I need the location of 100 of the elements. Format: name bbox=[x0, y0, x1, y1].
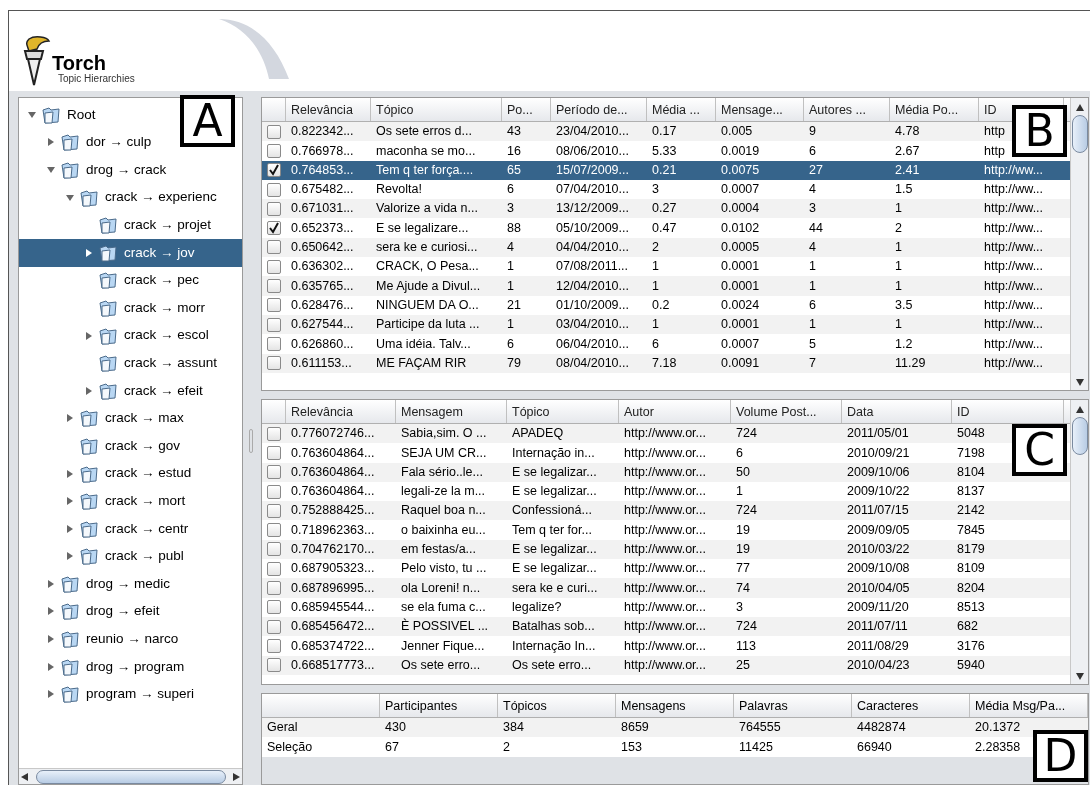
column-header[interactable]: Tópico bbox=[376, 103, 414, 117]
tree-item-label[interactable]: program → superi bbox=[86, 684, 195, 705]
scroll-down-icon[interactable] bbox=[1075, 379, 1084, 386]
row-checkbox[interactable] bbox=[267, 279, 281, 293]
tree-item-label[interactable]: drog → program bbox=[86, 656, 185, 677]
tree-item-label[interactable]: crack → pec bbox=[124, 270, 200, 291]
table-row[interactable]: 0.627544... Participe da luta ... 1 03/04/2010... 1 0.0001 1 1 http://ww... bbox=[262, 314, 1070, 335]
tree-item-label[interactable]: crack → assunt bbox=[124, 353, 218, 374]
row-checkbox[interactable] bbox=[267, 581, 281, 595]
row-checkbox[interactable] bbox=[267, 561, 281, 576]
tree-item-label[interactable]: drog → efeit bbox=[86, 601, 160, 622]
tree-item-label[interactable]: crack → gov bbox=[105, 435, 181, 457]
row-checkbox[interactable] bbox=[267, 259, 281, 274]
row-checkbox[interactable] bbox=[267, 638, 281, 653]
selected-tree-row[interactable]: crack → jov bbox=[19, 238, 243, 267]
column-header[interactable]: Data bbox=[847, 405, 874, 419]
column-header[interactable]: Caracteres bbox=[857, 699, 919, 713]
column-header[interactable]: Média Msg/Pa... bbox=[975, 699, 1066, 713]
collapse-arrow-icon[interactable] bbox=[66, 193, 74, 202]
row-checkbox[interactable] bbox=[267, 445, 281, 460]
table-row[interactable]: 0.671031... Valorize a vida n... 3 13/12/2009... 0.27 0.0004 3 1 http://ww... bbox=[262, 199, 1070, 219]
column-header[interactable]: Período de... bbox=[556, 103, 628, 117]
column-header[interactable]: Relevância bbox=[291, 103, 353, 117]
table-row[interactable]: 0.611153... ME FAÇAM RIR 79 08/04/2010... 7.18 0.0091 7 11.29 http://ww... bbox=[262, 353, 1070, 373]
column-header[interactable]: Po... bbox=[507, 103, 533, 117]
tree-item-label[interactable]: crack → max bbox=[105, 408, 184, 429]
row-checkbox[interactable] bbox=[267, 600, 281, 615]
expand-arrow-icon[interactable] bbox=[85, 386, 93, 395]
row-checkbox[interactable] bbox=[267, 503, 281, 518]
tree-item-label[interactable]: crack → mort bbox=[105, 491, 186, 512]
scroll-left-icon[interactable] bbox=[21, 772, 28, 781]
expand-arrow-icon[interactable] bbox=[66, 414, 74, 423]
tree-item-label[interactable]: crack → efeit bbox=[124, 380, 203, 401]
column-header[interactable]: Mensagens bbox=[621, 699, 686, 713]
row-checkbox[interactable] bbox=[267, 201, 281, 216]
expand-arrow-icon[interactable] bbox=[85, 248, 93, 257]
row-checkbox[interactable] bbox=[267, 542, 281, 557]
expand-arrow-icon[interactable] bbox=[66, 552, 74, 561]
tree-item-label[interactable]: crack → estud bbox=[105, 463, 192, 484]
row-checkbox[interactable] bbox=[267, 356, 281, 371]
expand-arrow-icon[interactable] bbox=[47, 579, 55, 588]
row-checkbox[interactable] bbox=[267, 317, 281, 332]
column-header[interactable]: Volume Post... bbox=[736, 405, 817, 419]
table-row[interactable]: 0.687896995... ola Loreni! n... sera ke e curi... http://www.or... 74 2010/04/05 8204 bbox=[262, 578, 1070, 598]
scroll-up-icon[interactable] bbox=[1075, 104, 1084, 111]
row-checkbox[interactable] bbox=[267, 143, 281, 158]
expand-arrow-icon[interactable] bbox=[66, 497, 74, 506]
scroll-down-icon[interactable] bbox=[1075, 673, 1084, 680]
tree-item-label[interactable]: crack → publ bbox=[105, 546, 184, 567]
column-header[interactable]: Média Po... bbox=[895, 103, 959, 117]
row-checkbox[interactable] bbox=[267, 163, 281, 178]
row-checkbox[interactable] bbox=[267, 240, 281, 255]
row-checkbox[interactable] bbox=[267, 484, 281, 499]
column-header[interactable]: Autor bbox=[624, 405, 654, 419]
tree-item-label[interactable]: Root bbox=[67, 104, 96, 125]
table-row[interactable]: 0.764853... Tem q ter força.... 65 15/07/2009... 0.21 0.0075 27 2.41 http://ww... bbox=[262, 160, 1070, 180]
row-checkbox[interactable] bbox=[267, 298, 281, 313]
tree-item-label[interactable]: crack → escol bbox=[124, 325, 209, 346]
collapse-arrow-icon[interactable] bbox=[47, 166, 55, 174]
tree-item-label[interactable]: crack → centr bbox=[105, 518, 189, 539]
row-checkbox[interactable] bbox=[267, 124, 281, 139]
row-checkbox[interactable] bbox=[267, 426, 281, 441]
column-header[interactable]: ID bbox=[984, 103, 997, 117]
table-row[interactable]: 0.668517773... Os sete erro... Os sete erro... http://www.or... 25 2010/04/23 5940 bbox=[262, 655, 1070, 675]
tree-item-label[interactable]: drog → crack bbox=[86, 159, 167, 181]
expand-arrow-icon[interactable] bbox=[47, 662, 55, 671]
column-header[interactable]: Média ... bbox=[652, 103, 700, 117]
scrollbar-thumb[interactable] bbox=[1071, 417, 1088, 455]
expand-arrow-icon[interactable] bbox=[66, 469, 74, 478]
row-checkbox[interactable] bbox=[267, 465, 281, 480]
row-checkbox[interactable] bbox=[267, 182, 281, 197]
expand-arrow-icon[interactable] bbox=[47, 690, 55, 699]
table-row[interactable]: 0.650642... sera ke e curiosi... 4 04/04/2010... 2 0.0005 4 1 http://ww... bbox=[262, 237, 1070, 258]
row-checkbox[interactable] bbox=[267, 221, 281, 236]
tree-item-label[interactable]: drog → medic bbox=[86, 573, 171, 594]
column-header[interactable]: Mensage... bbox=[721, 103, 783, 117]
column-header[interactable]: ID bbox=[957, 405, 970, 419]
tree-item-label[interactable]: crack → morr bbox=[124, 297, 205, 319]
tree-item-label[interactable]: reunio → narco bbox=[86, 628, 179, 650]
expand-arrow-icon[interactable] bbox=[85, 331, 93, 340]
table-row[interactable]: 0.685456472... È POSSIVEL ... Batalhas sob... http://www.or... 724 2011/07/11 682 bbox=[262, 616, 1070, 637]
table-row[interactable]: 0.635765... Me Ajude a Divul... 1 12/04/2010... 1 0.0001 1 1 http://ww... bbox=[262, 276, 1070, 296]
tree-item-label[interactable]: crack → jov bbox=[124, 242, 195, 263]
column-header[interactable]: Relevância bbox=[291, 405, 353, 419]
column-header[interactable]: Tópicos bbox=[503, 699, 547, 713]
scroll-up-icon[interactable] bbox=[1075, 406, 1084, 413]
row-checkbox[interactable] bbox=[267, 523, 281, 538]
expand-arrow-icon[interactable] bbox=[47, 607, 55, 616]
expand-arrow-icon[interactable] bbox=[66, 524, 74, 533]
column-header[interactable]: Mensagem bbox=[401, 405, 463, 419]
expand-arrow-icon[interactable] bbox=[47, 138, 55, 147]
column-header[interactable]: Palavras bbox=[739, 699, 788, 713]
column-header[interactable]: Participantes bbox=[385, 699, 458, 713]
expand-arrow-icon[interactable] bbox=[47, 635, 55, 644]
tree-item-label[interactable]: crack → experienc bbox=[105, 187, 217, 208]
table-row[interactable]: 0.704762170... em festas/a... E se legalizar... http://www.or... 19 2010/03/22 8179 bbox=[262, 539, 1070, 560]
collapse-arrow-icon[interactable] bbox=[28, 110, 36, 119]
row-checkbox[interactable] bbox=[267, 619, 281, 634]
tree-item-label[interactable]: crack → projet bbox=[124, 215, 212, 236]
table-row[interactable]: 0.752888425... Raquel boa n... Confessioná... http://www.or... 724 2011/07/15 2142 bbox=[262, 501, 1070, 521]
